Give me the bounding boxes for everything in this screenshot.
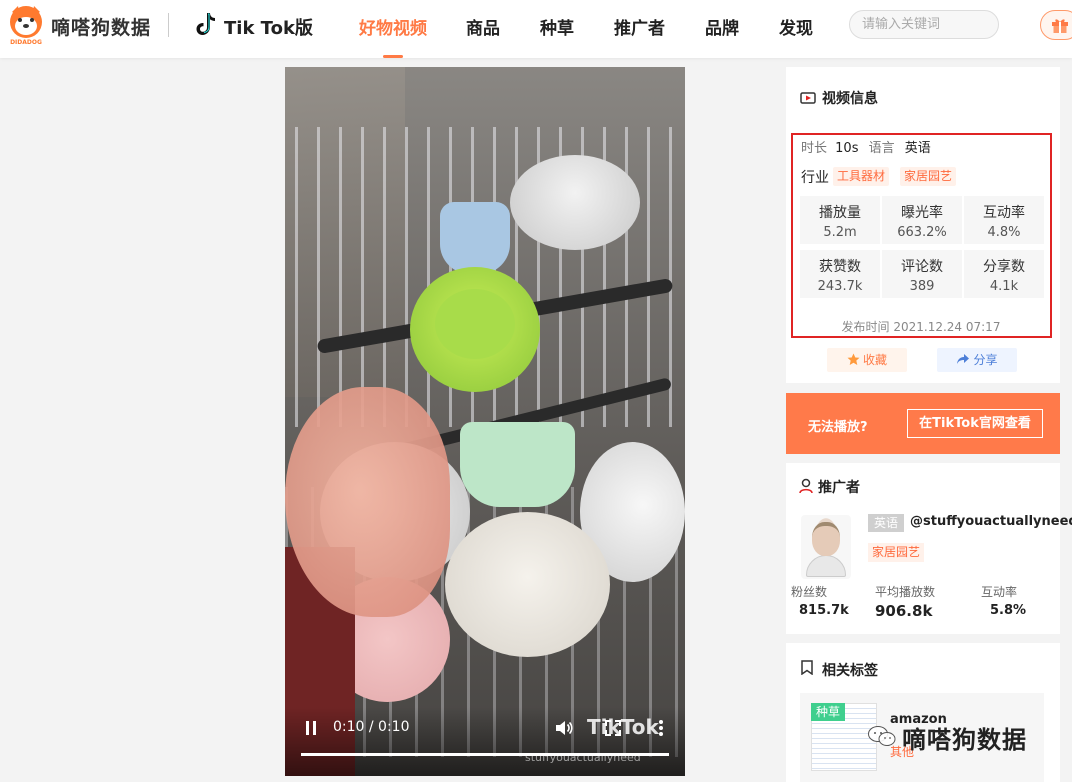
didadog-logo-icon[interactable]: DIDADOG <box>6 4 46 46</box>
avatar-face <box>812 522 840 556</box>
industry-tag[interactable]: 工具器材 <box>833 167 890 186</box>
language-badge: 英语 <box>868 514 904 532</box>
promoter-category-tag[interactable]: 家居园艺 <box>868 543 925 562</box>
stat-label: 分享数 <box>983 259 1025 275</box>
gift-button[interactable] <box>1040 10 1072 40</box>
stat-engagement: 互动率 4.8% <box>964 196 1044 244</box>
nav-item-discover[interactable]: 发现 <box>779 14 813 39</box>
followers-value: 815.7k <box>799 603 849 618</box>
video-cup <box>440 202 510 274</box>
person-icon <box>799 478 813 494</box>
stat-value: 243.7k <box>817 279 863 294</box>
stat-comments: 评论数 389 <box>882 250 962 298</box>
stat-label: 曝光率 <box>901 205 943 221</box>
nav-item-brands[interactable]: 品牌 <box>705 14 739 39</box>
nav-item-products[interactable]: 商品 <box>466 14 500 39</box>
stat-label: 评论数 <box>901 259 943 275</box>
duration-label: 时长 <box>801 141 828 156</box>
related-tags-title: 相关标签 <box>822 663 878 679</box>
promoter-handle[interactable]: @stuffyouactuallyneed <box>910 514 1072 529</box>
video-time: 0:10 / 0:10 <box>333 719 410 735</box>
video-username-watermark: stuffyouactuallyneed <box>525 751 641 764</box>
industry-tag[interactable]: 家居园艺 <box>900 167 957 186</box>
fullscreen-icon[interactable] <box>605 720 621 736</box>
stat-exposure: 曝光率 663.2% <box>882 196 962 244</box>
stat-label: 互动率 <box>983 205 1025 221</box>
bookmark-icon <box>801 660 813 675</box>
search-input[interactable]: 请输入关键词 <box>849 10 999 39</box>
engagement-value: 5.8% <box>990 603 1027 618</box>
duration-language-row: 时长 10s 语言 英语 <box>801 137 931 156</box>
brand-name[interactable]: 嘀嗒狗数据 <box>51 13 151 40</box>
wechat-icon <box>868 726 896 746</box>
active-tab-indicator <box>383 55 403 58</box>
share-label: 分享 <box>973 353 998 367</box>
tag-type-badge: 种草 <box>811 703 846 721</box>
stat-value: 663.2% <box>897 225 947 240</box>
volume-icon[interactable] <box>555 719 573 737</box>
header-divider <box>168 13 169 37</box>
video-info-title: 视频信息 <box>822 91 878 107</box>
video-green-lid-inner <box>435 289 515 359</box>
share-button[interactable]: 分享 <box>937 348 1017 372</box>
favorite-label: 收藏 <box>862 353 887 367</box>
cant-play-text: 无法播放? <box>808 420 868 435</box>
stat-views: 播放量 5.2m <box>800 196 880 244</box>
video-bowl <box>445 512 610 657</box>
duration-value: 10s <box>835 141 859 156</box>
stat-value: 4.8% <box>987 225 1021 240</box>
tiktok-watermark: TikTok <box>587 715 659 739</box>
language-value: 英语 <box>904 141 931 156</box>
nav-item-videos[interactable]: 好物视频 <box>359 14 427 39</box>
video-bowl <box>510 155 640 250</box>
stat-value: 4.1k <box>989 279 1019 294</box>
promoter-title: 推广者 <box>818 480 860 496</box>
nav-item-seeding[interactable]: 种草 <box>540 14 574 39</box>
tiktok-icon <box>196 13 215 35</box>
star-icon <box>847 353 860 365</box>
language-label: 语言 <box>868 141 895 156</box>
industry-label: 行业 <box>801 170 829 186</box>
avg-views-label: 平均播放数 <box>875 585 936 599</box>
video-mint-container <box>460 422 575 507</box>
stat-value: 389 <box>909 279 935 294</box>
cant-play-banner: 无法播放? 在TikTok官网查看 <box>786 393 1060 454</box>
stat-label: 播放量 <box>819 205 861 221</box>
pause-icon[interactable] <box>305 721 317 735</box>
engagement-label: 互动率 <box>981 585 1018 599</box>
platform-label: Tik Tok版 <box>224 18 313 39</box>
more-icon[interactable] <box>658 719 664 737</box>
gift-icon <box>1052 19 1068 33</box>
svg-text:DIDADOG: DIDADOG <box>10 39 42 46</box>
stat-label: 获赞数 <box>819 259 861 275</box>
share-icon <box>957 354 970 364</box>
view-on-tiktok-button[interactable]: 在TikTok官网查看 <box>907 409 1043 438</box>
stat-likes: 获赞数 243.7k <box>800 250 880 298</box>
favorite-button[interactable]: 收藏 <box>827 348 907 372</box>
avg-views-value: 906.8k <box>875 602 933 620</box>
publish-time: 发布时间 2021.12.24 07:17 <box>841 320 1001 334</box>
video-player[interactable]: 0:10 / 0:10 TikTok stuffyouactuallyneed <box>285 67 685 776</box>
stat-shares: 分享数 4.1k <box>964 250 1044 298</box>
top-header: DIDADOG 嘀嗒狗数据 Tik Tok版 好物视频 商品 种草 推广者 品牌… <box>0 0 1072 58</box>
stat-value: 5.2m <box>823 225 857 240</box>
video-icon <box>800 92 816 104</box>
wechat-watermark: 嘀嗒狗数据 <box>902 726 1027 754</box>
nav-item-promoters[interactable]: 推广者 <box>614 14 665 39</box>
followers-label: 粉丝数 <box>791 585 828 599</box>
